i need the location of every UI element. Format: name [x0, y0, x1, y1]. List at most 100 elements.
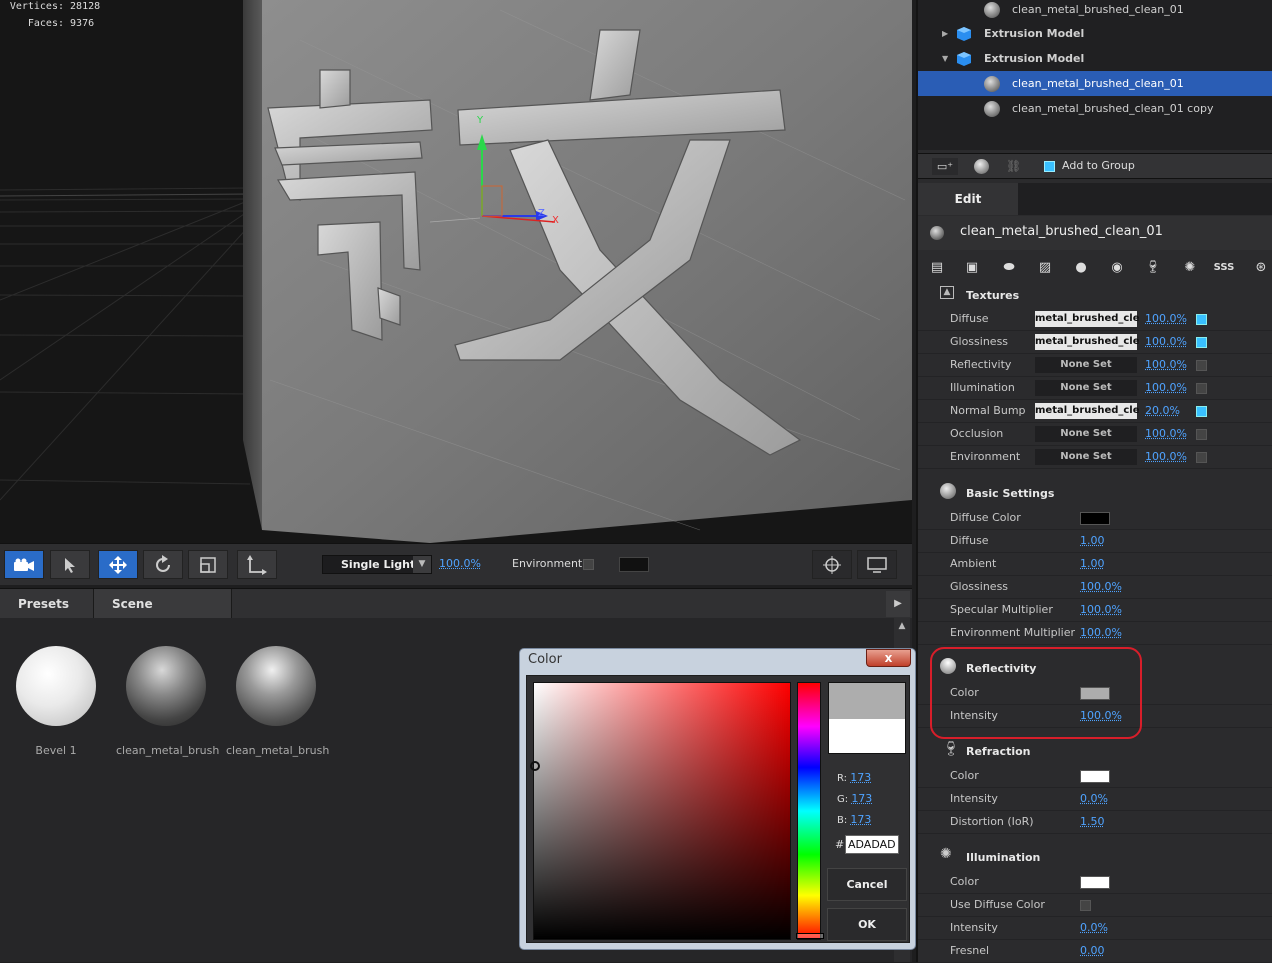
prop-value[interactable]: 100.0% — [1080, 599, 1122, 621]
image-icon: ▲ — [940, 286, 954, 299]
tab-edit[interactable]: Edit — [918, 183, 1018, 215]
ok-button[interactable]: OK — [827, 908, 907, 941]
sphere-icon[interactable]: ● — [1070, 256, 1092, 278]
prop-value[interactable]: 1.00 — [1080, 530, 1105, 552]
toggle-icon[interactable]: ⬬ — [998, 256, 1020, 278]
texture-enable-checkbox[interactable] — [1196, 314, 1207, 325]
r-label: R: — [837, 773, 847, 784]
preset-item[interactable]: Bevel 1 — [6, 646, 106, 757]
scroll-up-icon[interactable]: ▲ — [894, 618, 910, 634]
prop-value[interactable]: 100.0% — [1145, 377, 1187, 399]
use-diffuse-checkbox[interactable] — [1080, 900, 1091, 911]
add-folder-icon[interactable]: ▭⁺ — [932, 158, 958, 175]
prop-value[interactable]: 0.00 — [1080, 940, 1105, 962]
sss-icon[interactable]: SSS — [1213, 256, 1235, 278]
prop-value[interactable]: 100.0% — [1145, 423, 1187, 445]
section-title: Textures — [966, 289, 1019, 302]
tab-scene-materials[interactable]: Scene Materials — [94, 589, 232, 619]
hue-handle[interactable] — [796, 933, 824, 939]
bevel-icon[interactable]: ▤ — [926, 256, 948, 278]
hue-slider[interactable] — [797, 682, 821, 940]
prop-label: Color — [950, 871, 979, 893]
prop-value[interactable]: 100.0% — [1080, 622, 1122, 644]
expand-arrow-icon[interactable]: ▶ — [886, 591, 910, 617]
tree-item-material-selected[interactable]: clean_metal_brushed_clean_01 — [918, 71, 1272, 96]
3d-viewport[interactable]: Y Z X Vertices: 28128 Faces: 9376 — [0, 0, 912, 543]
add-material-icon[interactable] — [974, 159, 989, 174]
refraction-color-swatch[interactable] — [1080, 770, 1110, 783]
prop-value[interactable]: 1.00 — [1080, 553, 1105, 575]
texture-slot-button[interactable]: metal_brushed_cle — [1035, 334, 1137, 350]
texture-enable-checkbox[interactable] — [1196, 383, 1207, 394]
texture-slot-button[interactable]: metal_brushed_cle — [1035, 403, 1137, 419]
prop-value[interactable]: 100.0% — [1145, 308, 1187, 330]
environment-checkbox[interactable] — [583, 559, 594, 570]
g-value[interactable]: 173 — [851, 792, 872, 805]
prop-value[interactable]: 100.0% — [1145, 446, 1187, 468]
prop-value[interactable]: 0.0% — [1080, 917, 1108, 939]
tree-item-model[interactable]: ▼ Extrusion Model — [918, 46, 1272, 71]
add-to-group-checkbox[interactable] — [1044, 161, 1055, 172]
material-sphere-icon — [984, 101, 1000, 117]
texture-slot-button[interactable]: None Set — [1035, 380, 1137, 396]
light-mode-select[interactable]: Single Light ▼ — [322, 555, 432, 574]
monitor-icon[interactable] — [857, 550, 897, 579]
illumination-color-swatch[interactable] — [1080, 876, 1110, 889]
color-dialog: Color x R: 173 G: 173 B: 173 # ADADAD Ca… — [519, 648, 916, 950]
environment-color-swatch[interactable] — [619, 557, 649, 572]
old-color-swatch — [829, 719, 905, 753]
prop-value[interactable]: 100.0% — [1145, 331, 1187, 353]
texture-slot-button[interactable]: None Set — [1035, 357, 1137, 373]
texture-slot-button[interactable]: None Set — [1035, 449, 1137, 465]
picker-cursor[interactable] — [530, 761, 540, 771]
target-icon[interactable] — [812, 550, 852, 579]
frame-icon[interactable]: ▣ — [961, 256, 983, 278]
rotate-icon[interactable] — [143, 550, 183, 579]
preset-item[interactable]: clean_metal_brush — [226, 646, 326, 757]
basic-settings-header: Basic Settings — [918, 480, 1272, 504]
prop-value[interactable]: 20.0% — [1145, 400, 1180, 422]
reflect-sphere-icon[interactable]: ◉ — [1106, 256, 1128, 278]
preset-item[interactable]: clean_metal_brush — [116, 646, 216, 757]
texture-enable-checkbox[interactable] — [1196, 452, 1207, 463]
textures-section-header: ▲ Textures — [918, 282, 1272, 306]
cancel-button[interactable]: Cancel — [827, 868, 907, 901]
glass-icon[interactable]: 🍷︎ — [1142, 256, 1164, 278]
bulb-icon[interactable]: ✺ — [1179, 256, 1201, 278]
texture-row: Diffuse metal_brushed_cle 100.0% — [918, 308, 1272, 331]
tree-item-material[interactable]: clean_metal_brushed_clean_01 — [918, 0, 1272, 22]
lock-icon[interactable]: ⛓ — [1006, 159, 1021, 174]
scale-icon[interactable] — [188, 550, 228, 579]
texture-enable-checkbox[interactable] — [1196, 429, 1207, 440]
tab-presets[interactable]: Presets — [0, 589, 94, 619]
illumination-header: ✺ Illumination — [918, 845, 1272, 869]
texture-slot-button[interactable]: None Set — [1035, 426, 1137, 442]
saturation-value-picker[interactable] — [533, 682, 791, 940]
b-value[interactable]: 173 — [850, 813, 871, 826]
light-intensity[interactable]: 100.0% — [439, 557, 481, 570]
prop-value[interactable]: 1.50 — [1080, 811, 1105, 833]
transform-icon[interactable] — [237, 550, 277, 579]
expand-arrow-icon[interactable]: ▶ — [942, 21, 948, 46]
image-icon[interactable]: ▨ — [1034, 256, 1056, 278]
close-button[interactable]: x — [866, 649, 911, 667]
prop-value[interactable]: 100.0% — [1080, 576, 1122, 598]
pointer-icon[interactable] — [50, 550, 90, 579]
r-value[interactable]: 173 — [850, 771, 871, 784]
tree-item-material[interactable]: clean_metal_brushed_clean_01 copy — [918, 96, 1272, 121]
camera-icon[interactable] — [4, 550, 44, 579]
prop-value[interactable]: 100.0% — [1145, 354, 1187, 376]
hex-input[interactable]: ADADAD — [845, 835, 899, 854]
texture-enable-checkbox[interactable] — [1196, 360, 1207, 371]
diffuse-color-swatch[interactable] — [1080, 512, 1110, 525]
glass-icon: 🍷︎ — [942, 741, 960, 757]
tree-item-model[interactable]: ▶ Extrusion Model — [918, 21, 1272, 46]
prop-value[interactable]: 0.0% — [1080, 788, 1108, 810]
texture-slot-button[interactable]: metal_brushed_cle — [1035, 311, 1137, 327]
texture-enable-checkbox[interactable] — [1196, 337, 1207, 348]
collapse-arrow-icon[interactable]: ▼ — [942, 46, 948, 71]
texture-enable-checkbox[interactable] — [1196, 406, 1207, 417]
add-to-group-label[interactable]: Add to Group — [1062, 159, 1135, 172]
move-icon[interactable] — [98, 550, 138, 579]
wireframe-sphere-icon[interactable]: ⊛ — [1250, 256, 1272, 278]
